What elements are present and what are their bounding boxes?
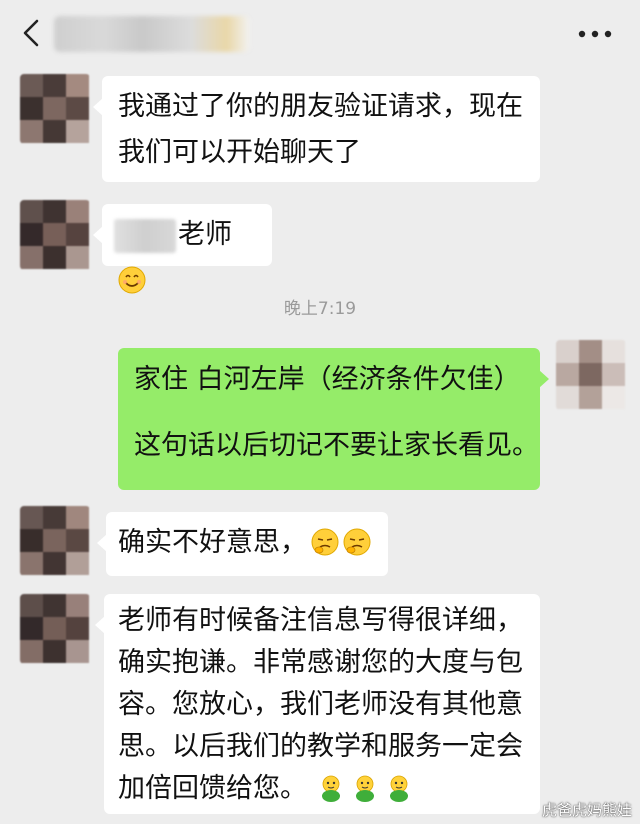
message-bubble-sent: 家住 白河左岸（经济条件欠佳） 这句话以后切记不要让家长看见。 [118, 348, 549, 490]
message-bubble: 我通过了你的朋友验证请求，现在 我们可以开始聊天了 [93, 76, 540, 182]
smiling-face-icon [118, 266, 146, 294]
message-text [134, 400, 524, 426]
watermark: 虎爸虎妈熊娃 [541, 801, 632, 819]
message-bubble: 确实不好意思， [97, 512, 388, 576]
chat-title-blurred [54, 16, 250, 52]
message-text: 我们可以开始聊天了 [118, 137, 361, 168]
timestamp: 晚上7:19 [283, 299, 357, 319]
message-text: 我通过了你的朋友验证请求，现在 [118, 91, 523, 122]
message-text: 思。以后我们的教学和服务一定会 [118, 731, 523, 762]
message-text: 老师有时候备注信息写得很详细， [118, 605, 523, 636]
message-text: 这句话以后切记不要让家长看见。 [134, 430, 539, 461]
message-line-with-emoji: 加倍回馈给您。 [118, 768, 526, 810]
message-text: 确实不好意思， [118, 527, 307, 558]
green-figure-icon [322, 775, 340, 802]
avatar[interactable] [20, 594, 90, 664]
message-text: 容。您放心，我们老师没有其他意 [118, 689, 523, 720]
more-dots-icon[interactable] [578, 30, 612, 38]
avatar-self[interactable] [556, 340, 626, 410]
avatar[interactable] [20, 506, 90, 576]
message-text: 加倍回馈给您。 [118, 773, 307, 804]
avatar[interactable] [20, 200, 90, 270]
message-text: 家住 白河左岸（经济条件欠佳） [134, 364, 521, 395]
green-figure-icon [356, 775, 374, 802]
embarrassed-face-icon [343, 528, 371, 556]
chat-header [0, 0, 640, 66]
message-bubble: 老师 [93, 204, 272, 294]
message-text: 确实抱谦。非常感谢您的大度与包 [118, 647, 523, 678]
embarrassed-face-icon [311, 528, 339, 556]
message-text: 老师 [178, 219, 232, 250]
avatar[interactable] [20, 74, 90, 144]
chevron-left-icon[interactable] [20, 18, 44, 48]
name-blurred [114, 218, 176, 253]
green-figure-icon [390, 775, 408, 802]
message-bubble: 老师有时候备注信息写得很详细， 确实抱谦。非常感谢您的大度与包 容。您放心，我们… [95, 594, 540, 814]
